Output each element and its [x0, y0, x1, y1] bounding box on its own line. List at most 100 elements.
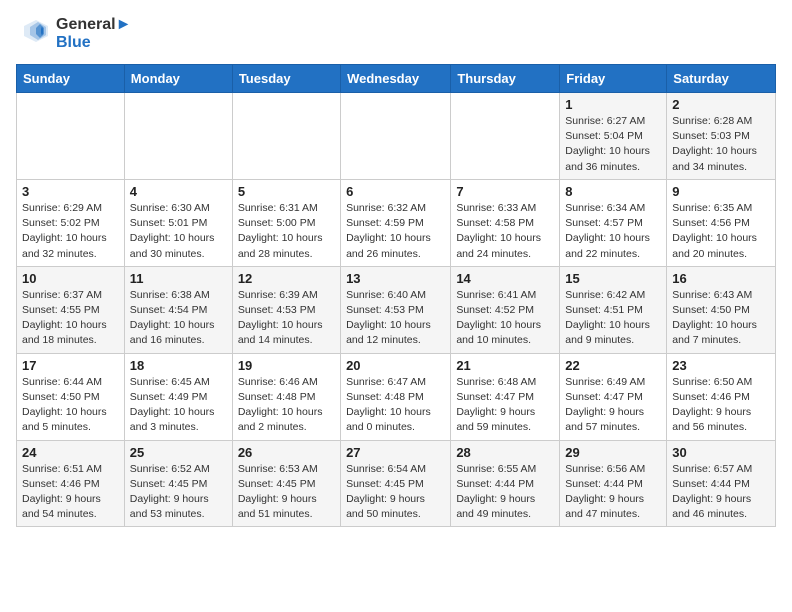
day-number: 24	[22, 445, 119, 460]
day-number: 7	[456, 184, 554, 199]
week-row-1: 1 Sunrise: 6:27 AM Sunset: 5:04 PM Daylig…	[17, 93, 776, 180]
calendar-table: SundayMondayTuesdayWednesdayThursdayFrid…	[16, 64, 776, 527]
week-row-4: 17 Sunrise: 6:44 AM Sunset: 4:50 PM Dayli…	[17, 353, 776, 440]
day-number: 21	[456, 358, 554, 373]
weekday-header-tuesday: Tuesday	[232, 65, 340, 93]
calendar-cell: 15 Sunrise: 6:42 AM Sunset: 4:51 PM Dayli…	[560, 266, 667, 353]
day-number: 4	[130, 184, 227, 199]
calendar-cell: 22Sunrise: 6:49 AM Sunset: 4:47 PM Dayli…	[560, 353, 667, 440]
day-info: Sunrise: 6:55 AM Sunset: 4:44 PM Dayligh…	[456, 462, 554, 523]
day-number: 16	[672, 271, 770, 286]
day-number: 14	[456, 271, 554, 286]
calendar-cell: 30 Sunrise: 6:57 AM Sunset: 4:44 PM Dayli…	[667, 440, 776, 527]
day-info: Sunrise: 6:57 AM Sunset: 4:44 PM Dayligh…	[672, 462, 770, 523]
calendar-cell: 6Sunrise: 6:32 AM Sunset: 4:59 PM Daylig…	[341, 179, 451, 266]
calendar-cell	[232, 93, 340, 180]
calendar-cell: 21 Sunrise: 6:48 AM Sunset: 4:47 PM Dayli…	[451, 353, 560, 440]
calendar-cell: 7 Sunrise: 6:33 AM Sunset: 4:58 PM Daylig…	[451, 179, 560, 266]
day-number: 27	[346, 445, 445, 460]
day-info: Sunrise: 6:31 AM Sunset: 5:00 PM Dayligh…	[238, 201, 335, 262]
week-row-2: 3Sunrise: 6:29 AM Sunset: 5:02 PM Daylig…	[17, 179, 776, 266]
calendar-cell: 9 Sunrise: 6:35 AM Sunset: 4:56 PM Daylig…	[667, 179, 776, 266]
day-info: Sunrise: 6:37 AM Sunset: 4:55 PM Dayligh…	[22, 288, 119, 349]
calendar-cell: 11 Sunrise: 6:38 AM Sunset: 4:54 PM Dayli…	[124, 266, 232, 353]
calendar-cell: 20 Sunrise: 6:47 AM Sunset: 4:48 PM Dayli…	[341, 353, 451, 440]
day-info: Sunrise: 6:27 AM Sunset: 5:04 PM Dayligh…	[565, 114, 661, 175]
calendar-cell: 14 Sunrise: 6:41 AM Sunset: 4:52 PM Dayli…	[451, 266, 560, 353]
day-info: Sunrise: 6:42 AM Sunset: 4:51 PM Dayligh…	[565, 288, 661, 349]
day-number: 15	[565, 271, 661, 286]
day-number: 8	[565, 184, 661, 199]
day-info: Sunrise: 6:38 AM Sunset: 4:54 PM Dayligh…	[130, 288, 227, 349]
calendar-cell	[17, 93, 125, 180]
calendar-cell: 8Sunrise: 6:34 AM Sunset: 4:57 PM Daylig…	[560, 179, 667, 266]
day-info: Sunrise: 6:29 AM Sunset: 5:02 PM Dayligh…	[22, 201, 119, 262]
day-number: 9	[672, 184, 770, 199]
day-number: 6	[346, 184, 445, 199]
calendar-body: 1 Sunrise: 6:27 AM Sunset: 5:04 PM Daylig…	[17, 93, 776, 527]
day-number: 20	[346, 358, 445, 373]
day-number: 17	[22, 358, 119, 373]
weekday-header-thursday: Thursday	[451, 65, 560, 93]
week-row-5: 24 Sunrise: 6:51 AM Sunset: 4:46 PM Dayli…	[17, 440, 776, 527]
weekday-header-wednesday: Wednesday	[341, 65, 451, 93]
day-number: 11	[130, 271, 227, 286]
day-info: Sunrise: 6:28 AM Sunset: 5:03 PM Dayligh…	[672, 114, 770, 175]
calendar-cell: 17 Sunrise: 6:44 AM Sunset: 4:50 PM Dayli…	[17, 353, 125, 440]
day-info: Sunrise: 6:39 AM Sunset: 4:53 PM Dayligh…	[238, 288, 335, 349]
weekday-header-sunday: Sunday	[17, 65, 125, 93]
week-row-3: 10 Sunrise: 6:37 AM Sunset: 4:55 PM Dayli…	[17, 266, 776, 353]
day-info: Sunrise: 6:33 AM Sunset: 4:58 PM Dayligh…	[456, 201, 554, 262]
calendar-cell: 25Sunrise: 6:52 AM Sunset: 4:45 PM Dayli…	[124, 440, 232, 527]
day-info: Sunrise: 6:52 AM Sunset: 4:45 PM Dayligh…	[130, 462, 227, 523]
day-number: 18	[130, 358, 227, 373]
day-info: Sunrise: 6:50 AM Sunset: 4:46 PM Dayligh…	[672, 375, 770, 436]
calendar-cell	[124, 93, 232, 180]
weekday-header-monday: Monday	[124, 65, 232, 93]
day-info: Sunrise: 6:54 AM Sunset: 4:45 PM Dayligh…	[346, 462, 445, 523]
day-number: 12	[238, 271, 335, 286]
day-info: Sunrise: 6:56 AM Sunset: 4:44 PM Dayligh…	[565, 462, 661, 523]
day-number: 19	[238, 358, 335, 373]
day-info: Sunrise: 6:46 AM Sunset: 4:48 PM Dayligh…	[238, 375, 335, 436]
logo-text: General► Blue	[56, 16, 131, 52]
logo: General► Blue	[16, 16, 131, 52]
day-info: Sunrise: 6:43 AM Sunset: 4:50 PM Dayligh…	[672, 288, 770, 349]
calendar-cell: 1 Sunrise: 6:27 AM Sunset: 5:04 PM Daylig…	[560, 93, 667, 180]
calendar-cell: 19 Sunrise: 6:46 AM Sunset: 4:48 PM Dayli…	[232, 353, 340, 440]
day-info: Sunrise: 6:48 AM Sunset: 4:47 PM Dayligh…	[456, 375, 554, 436]
day-info: Sunrise: 6:35 AM Sunset: 4:56 PM Dayligh…	[672, 201, 770, 262]
day-info: Sunrise: 6:51 AM Sunset: 4:46 PM Dayligh…	[22, 462, 119, 523]
day-info: Sunrise: 6:47 AM Sunset: 4:48 PM Dayligh…	[346, 375, 445, 436]
calendar-cell: 26 Sunrise: 6:53 AM Sunset: 4:45 PM Dayli…	[232, 440, 340, 527]
calendar-cell: 12 Sunrise: 6:39 AM Sunset: 4:53 PM Dayli…	[232, 266, 340, 353]
day-info: Sunrise: 6:53 AM Sunset: 4:45 PM Dayligh…	[238, 462, 335, 523]
calendar-cell: 16 Sunrise: 6:43 AM Sunset: 4:50 PM Dayli…	[667, 266, 776, 353]
calendar-cell: 23Sunrise: 6:50 AM Sunset: 4:46 PM Dayli…	[667, 353, 776, 440]
day-number: 30	[672, 445, 770, 460]
weekday-header-friday: Friday	[560, 65, 667, 93]
calendar-cell: 29 Sunrise: 6:56 AM Sunset: 4:44 PM Dayli…	[560, 440, 667, 527]
day-info: Sunrise: 6:44 AM Sunset: 4:50 PM Dayligh…	[22, 375, 119, 436]
calendar-cell: 24 Sunrise: 6:51 AM Sunset: 4:46 PM Dayli…	[17, 440, 125, 527]
day-number: 22	[565, 358, 661, 373]
day-info: Sunrise: 6:41 AM Sunset: 4:52 PM Dayligh…	[456, 288, 554, 349]
day-number: 10	[22, 271, 119, 286]
day-number: 13	[346, 271, 445, 286]
calendar-cell: 4 Sunrise: 6:30 AM Sunset: 5:01 PM Daylig…	[124, 179, 232, 266]
day-number: 5	[238, 184, 335, 199]
day-number: 26	[238, 445, 335, 460]
day-info: Sunrise: 6:30 AM Sunset: 5:01 PM Dayligh…	[130, 201, 227, 262]
day-number: 29	[565, 445, 661, 460]
calendar-cell: 27 Sunrise: 6:54 AM Sunset: 4:45 PM Dayli…	[341, 440, 451, 527]
calendar-cell: 2 Sunrise: 6:28 AM Sunset: 5:03 PM Daylig…	[667, 93, 776, 180]
weekday-header-saturday: Saturday	[667, 65, 776, 93]
day-number: 1	[565, 97, 661, 112]
day-number: 2	[672, 97, 770, 112]
day-info: Sunrise: 6:45 AM Sunset: 4:49 PM Dayligh…	[130, 375, 227, 436]
weekday-header-row: SundayMondayTuesdayWednesdayThursdayFrid…	[17, 65, 776, 93]
page-header: General► Blue	[16, 16, 776, 52]
calendar-cell: 10 Sunrise: 6:37 AM Sunset: 4:55 PM Dayli…	[17, 266, 125, 353]
logo-icon	[16, 16, 52, 52]
calendar-header: SundayMondayTuesdayWednesdayThursdayFrid…	[17, 65, 776, 93]
